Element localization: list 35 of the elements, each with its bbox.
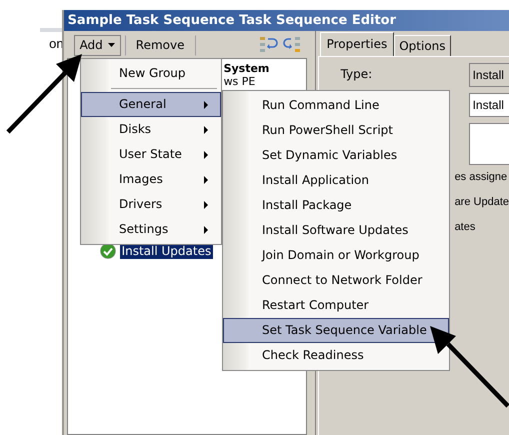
menu-item[interactable]: Set Task Sequence Variable [223,318,449,343]
partial-text: es assigne [454,170,508,185]
menu-item[interactable]: Set Dynamic Variables [223,143,449,168]
menu-item[interactable]: Run PowerShell Script [223,118,449,143]
partial-text: ates [454,220,476,235]
menu-item[interactable]: User State [81,142,221,167]
move-down-icon[interactable] [282,35,303,55]
type-field: Install [468,63,509,87]
menu-item[interactable]: Restart Computer [223,293,449,318]
menu-item[interactable]: Settings [81,217,221,242]
menu-item[interactable]: Join Domain or Workgroup [223,243,449,268]
menu-item[interactable]: Drivers [81,192,221,217]
move-up-icon[interactable] [258,35,279,55]
menu-item[interactable]: Images [81,167,221,192]
menu-item[interactable]: Install Application [223,168,449,193]
menu-item[interactable]: Connect to Network Folder [223,268,449,293]
menu-item[interactable]: Install Software Updates [223,218,449,243]
menu-item[interactable]: New Group [81,61,221,86]
tab[interactable]: Properties [320,32,394,56]
tab[interactable]: Options [394,35,451,56]
remove-button[interactable]: Remove [124,34,196,56]
description-field[interactable] [468,123,509,165]
menu-item[interactable]: Check Readiness [223,343,449,368]
caret-icon [108,43,115,47]
menu-item[interactable]: Disks [81,117,221,142]
menu-item[interactable]: Run Command Line [223,93,449,118]
tree-item[interactable]: ws PE [224,75,256,88]
menu-item[interactable]: Install Package [223,193,449,218]
menu-item[interactable]: General [81,92,221,117]
partial-text: are Update [454,195,509,210]
window-title: Sample Task Sequence Task Sequence Editor [64,10,509,31]
add-dropdown-button[interactable]: Add [74,34,121,56]
tree-item[interactable]: System [224,62,270,75]
type-label: Type: [340,67,372,81]
name-field[interactable]: Install [468,93,509,117]
